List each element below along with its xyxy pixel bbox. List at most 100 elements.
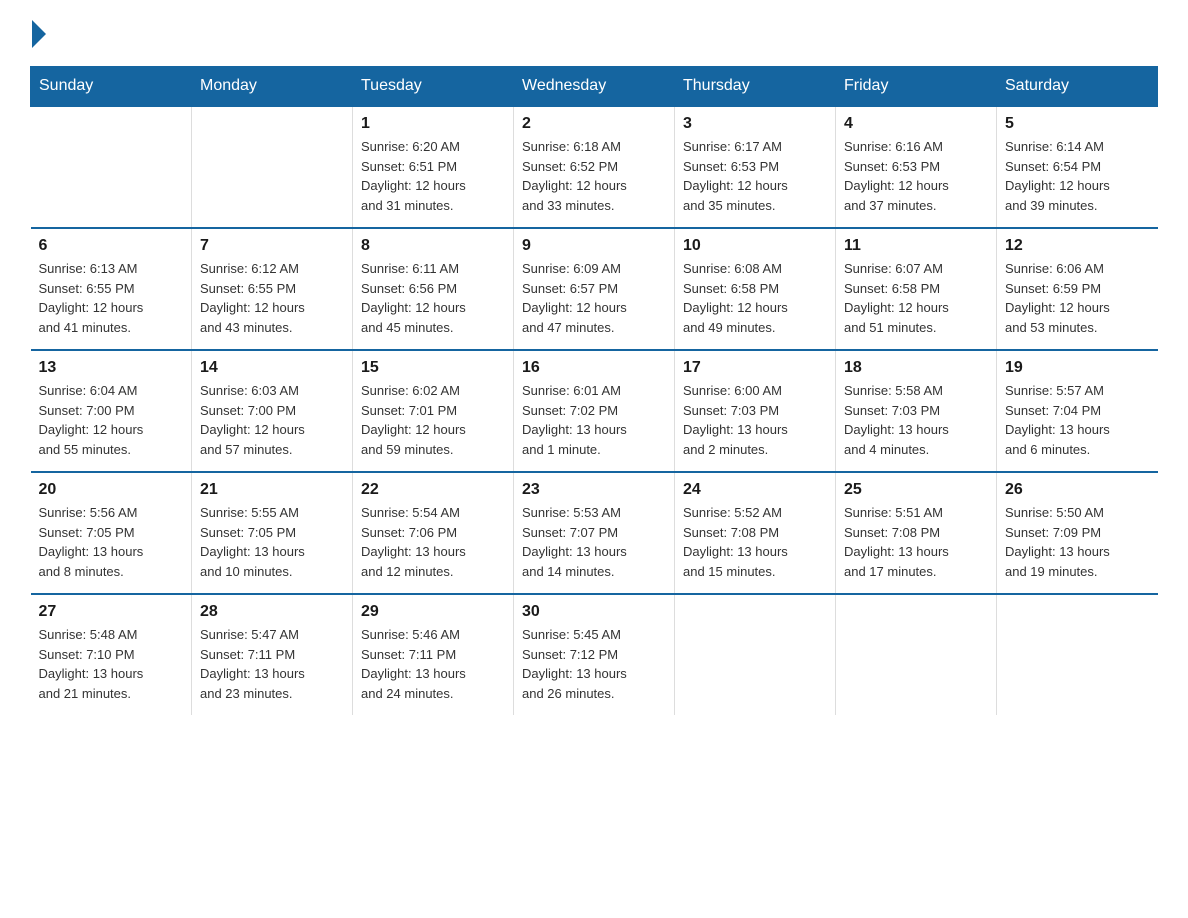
calendar-cell	[675, 594, 836, 715]
day-number: 11	[844, 237, 988, 255]
header-friday: Friday	[836, 67, 997, 107]
day-info: Sunrise: 5:45 AMSunset: 7:12 PMDaylight:…	[522, 625, 666, 703]
day-info: Sunrise: 6:07 AMSunset: 6:58 PMDaylight:…	[844, 259, 988, 337]
calendar-cell: 16 Sunrise: 6:01 AMSunset: 7:02 PMDayligh…	[514, 350, 675, 472]
calendar-week-row: 13Sunrise: 6:04 AMSunset: 7:00 PMDayligh…	[31, 350, 1158, 472]
day-info: Sunrise: 6:00 AMSunset: 7:03 PMDaylight:…	[683, 381, 827, 459]
calendar-cell	[836, 594, 997, 715]
calendar-cell: 28 Sunrise: 5:47 AMSunset: 7:11 PMDayligh…	[192, 594, 353, 715]
day-number: 29	[361, 603, 505, 621]
calendar-week-row: 1 Sunrise: 6:20 AMSunset: 6:51 PMDaylight…	[31, 106, 1158, 228]
day-number: 4	[844, 115, 988, 133]
day-info: Sunrise: 5:46 AMSunset: 7:11 PMDaylight:…	[361, 625, 505, 703]
calendar-cell: 2Sunrise: 6:18 AMSunset: 6:52 PMDaylight…	[514, 106, 675, 228]
logo-arrow-icon	[32, 20, 46, 48]
day-number: 22	[361, 481, 505, 499]
day-number: 21	[200, 481, 344, 499]
page-header	[30, 20, 1158, 48]
day-info: Sunrise: 6:01 AMSunset: 7:02 PMDaylight:…	[522, 381, 666, 459]
day-number: 18	[844, 359, 988, 377]
day-info: Sunrise: 6:17 AMSunset: 6:53 PMDaylight:…	[683, 137, 827, 215]
calendar-cell: 12 Sunrise: 6:06 AMSunset: 6:59 PMDayligh…	[997, 228, 1158, 350]
day-number: 8	[361, 237, 505, 255]
day-info: Sunrise: 6:03 AMSunset: 7:00 PMDaylight:…	[200, 381, 344, 459]
logo	[30, 20, 50, 48]
day-info: Sunrise: 5:51 AMSunset: 7:08 PMDaylight:…	[844, 503, 988, 581]
calendar-cell: 14 Sunrise: 6:03 AMSunset: 7:00 PMDayligh…	[192, 350, 353, 472]
day-info: Sunrise: 6:04 AMSunset: 7:00 PMDaylight:…	[39, 381, 184, 459]
day-info: Sunrise: 5:48 AMSunset: 7:10 PMDaylight:…	[39, 625, 184, 703]
day-number: 9	[522, 237, 666, 255]
calendar-cell: 27 Sunrise: 5:48 AMSunset: 7:10 PMDayligh…	[31, 594, 192, 715]
day-number: 5	[1005, 115, 1150, 133]
day-info: Sunrise: 6:13 AMSunset: 6:55 PMDaylight:…	[39, 259, 184, 337]
calendar-cell	[997, 594, 1158, 715]
day-info: Sunrise: 5:47 AMSunset: 7:11 PMDaylight:…	[200, 625, 344, 703]
calendar-cell: 6 Sunrise: 6:13 AMSunset: 6:55 PMDaylight…	[31, 228, 192, 350]
day-info: Sunrise: 5:54 AMSunset: 7:06 PMDaylight:…	[361, 503, 505, 581]
header-sunday: Sunday	[31, 67, 192, 107]
day-info: Sunrise: 6:20 AMSunset: 6:51 PMDaylight:…	[361, 137, 505, 215]
day-info: Sunrise: 6:12 AMSunset: 6:55 PMDaylight:…	[200, 259, 344, 337]
day-info: Sunrise: 6:08 AMSunset: 6:58 PMDaylight:…	[683, 259, 827, 337]
day-number: 23	[522, 481, 666, 499]
day-number: 2	[522, 115, 666, 133]
calendar-cell: 4Sunrise: 6:16 AMSunset: 6:53 PMDaylight…	[836, 106, 997, 228]
day-info: Sunrise: 6:09 AMSunset: 6:57 PMDaylight:…	[522, 259, 666, 337]
day-info: Sunrise: 5:56 AMSunset: 7:05 PMDaylight:…	[39, 503, 184, 581]
calendar-cell: 9 Sunrise: 6:09 AMSunset: 6:57 PMDaylight…	[514, 228, 675, 350]
day-number: 16	[522, 359, 666, 377]
day-number: 25	[844, 481, 988, 499]
day-number: 30	[522, 603, 666, 621]
header-thursday: Thursday	[675, 67, 836, 107]
calendar-week-row: 6 Sunrise: 6:13 AMSunset: 6:55 PMDaylight…	[31, 228, 1158, 350]
day-number: 6	[39, 237, 184, 255]
calendar-cell: 30 Sunrise: 5:45 AMSunset: 7:12 PMDayligh…	[514, 594, 675, 715]
day-info: Sunrise: 5:57 AMSunset: 7:04 PMDaylight:…	[1005, 381, 1150, 459]
day-number: 15	[361, 359, 505, 377]
calendar-cell: 20 Sunrise: 5:56 AMSunset: 7:05 PMDayligh…	[31, 472, 192, 594]
calendar-cell: 3Sunrise: 6:17 AMSunset: 6:53 PMDaylight…	[675, 106, 836, 228]
calendar-cell: 10 Sunrise: 6:08 AMSunset: 6:58 PMDayligh…	[675, 228, 836, 350]
calendar-table: SundayMondayTuesdayWednesdayThursdayFrid…	[30, 66, 1158, 715]
day-info: Sunrise: 6:06 AMSunset: 6:59 PMDaylight:…	[1005, 259, 1150, 337]
calendar-week-row: 20 Sunrise: 5:56 AMSunset: 7:05 PMDayligh…	[31, 472, 1158, 594]
day-info: Sunrise: 6:11 AMSunset: 6:56 PMDaylight:…	[361, 259, 505, 337]
header-monday: Monday	[192, 67, 353, 107]
day-number: 27	[39, 603, 184, 621]
day-number: 19	[1005, 359, 1150, 377]
calendar-cell: 22 Sunrise: 5:54 AMSunset: 7:06 PMDayligh…	[353, 472, 514, 594]
calendar-week-row: 27 Sunrise: 5:48 AMSunset: 7:10 PMDayligh…	[31, 594, 1158, 715]
day-info: Sunrise: 5:52 AMSunset: 7:08 PMDaylight:…	[683, 503, 827, 581]
day-info: Sunrise: 5:53 AMSunset: 7:07 PMDaylight:…	[522, 503, 666, 581]
day-number: 1	[361, 115, 505, 133]
calendar-cell: 8 Sunrise: 6:11 AMSunset: 6:56 PMDaylight…	[353, 228, 514, 350]
day-number: 17	[683, 359, 827, 377]
day-number: 14	[200, 359, 344, 377]
calendar-cell: 7Sunrise: 6:12 AMSunset: 6:55 PMDaylight…	[192, 228, 353, 350]
day-number: 20	[39, 481, 184, 499]
header-wednesday: Wednesday	[514, 67, 675, 107]
calendar-cell: 5 Sunrise: 6:14 AMSunset: 6:54 PMDaylight…	[997, 106, 1158, 228]
day-number: 28	[200, 603, 344, 621]
day-info: Sunrise: 6:02 AMSunset: 7:01 PMDaylight:…	[361, 381, 505, 459]
calendar-cell: 24Sunrise: 5:52 AMSunset: 7:08 PMDayligh…	[675, 472, 836, 594]
calendar-cell	[31, 106, 192, 228]
calendar-cell: 26 Sunrise: 5:50 AMSunset: 7:09 PMDayligh…	[997, 472, 1158, 594]
calendar-cell: 1 Sunrise: 6:20 AMSunset: 6:51 PMDaylight…	[353, 106, 514, 228]
calendar-cell: 17 Sunrise: 6:00 AMSunset: 7:03 PMDayligh…	[675, 350, 836, 472]
day-info: Sunrise: 5:50 AMSunset: 7:09 PMDaylight:…	[1005, 503, 1150, 581]
day-info: Sunrise: 5:58 AMSunset: 7:03 PMDaylight:…	[844, 381, 988, 459]
header-tuesday: Tuesday	[353, 67, 514, 107]
day-info: Sunrise: 6:14 AMSunset: 6:54 PMDaylight:…	[1005, 137, 1150, 215]
calendar-cell: 21 Sunrise: 5:55 AMSunset: 7:05 PMDayligh…	[192, 472, 353, 594]
day-number: 12	[1005, 237, 1150, 255]
day-info: Sunrise: 5:55 AMSunset: 7:05 PMDaylight:…	[200, 503, 344, 581]
day-number: 26	[1005, 481, 1150, 499]
calendar-cell: 25 Sunrise: 5:51 AMSunset: 7:08 PMDayligh…	[836, 472, 997, 594]
calendar-cell: 11 Sunrise: 6:07 AMSunset: 6:58 PMDayligh…	[836, 228, 997, 350]
calendar-cell: 19 Sunrise: 5:57 AMSunset: 7:04 PMDayligh…	[997, 350, 1158, 472]
calendar-cell: 29 Sunrise: 5:46 AMSunset: 7:11 PMDayligh…	[353, 594, 514, 715]
calendar-cell: 23 Sunrise: 5:53 AMSunset: 7:07 PMDayligh…	[514, 472, 675, 594]
day-number: 10	[683, 237, 827, 255]
